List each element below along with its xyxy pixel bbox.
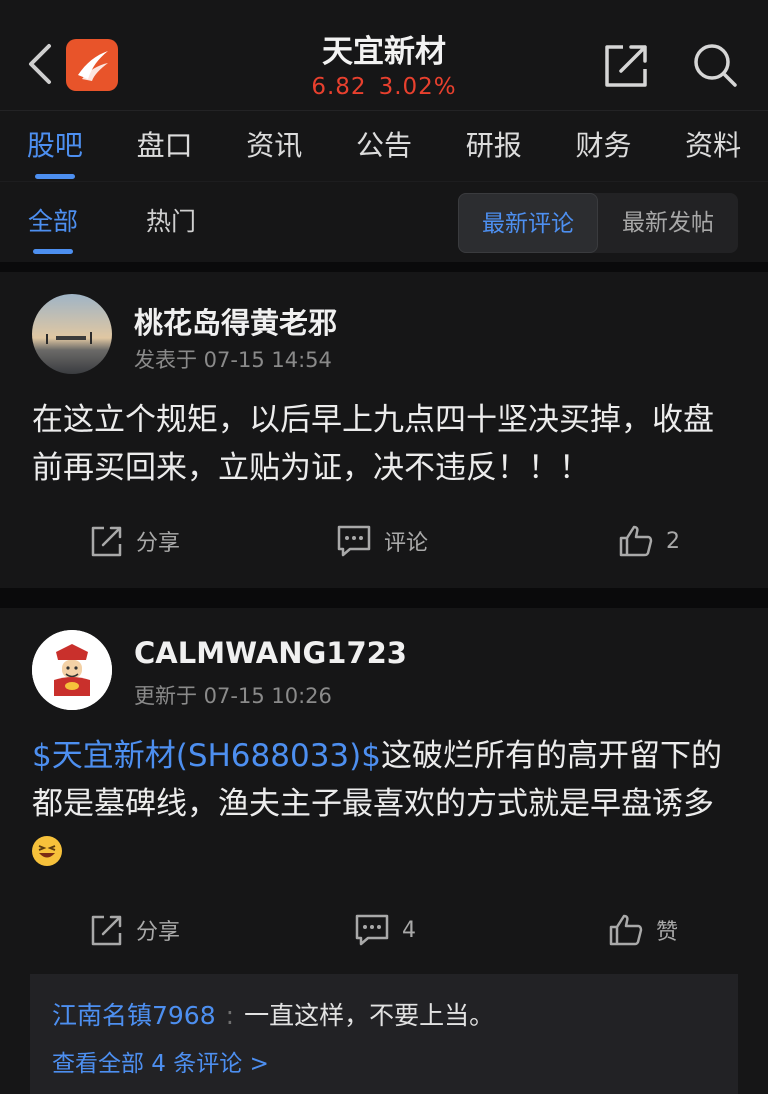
view-all-comments-link[interactable]: 查看全部 4 条评论 >	[52, 1044, 269, 1078]
post-content[interactable]: 在这立个规矩，以后早上九点四十坚决买掉，收盘前再买回来，立贴为证，决不违反！！！	[32, 396, 738, 492]
like-label: 赞	[656, 920, 679, 945]
stock-price: 6.82	[311, 74, 367, 100]
stock-change: 3.02%	[378, 74, 457, 100]
post-author[interactable]: CALMWANG1723	[134, 636, 407, 670]
like-button[interactable]: 赞	[608, 908, 678, 952]
search-button[interactable]	[690, 40, 740, 90]
tab-announcements[interactable]: 公告	[329, 111, 439, 181]
tab-profile[interactable]: 资料	[658, 111, 768, 181]
filter-all[interactable]: 全部	[28, 182, 78, 262]
filter-bar: 全部 热门 最新评论 最新发帖	[0, 181, 768, 262]
share-button[interactable]	[602, 40, 652, 90]
post-actions: 分享 评论 2	[0, 519, 768, 563]
sort-toggle: 最新评论 最新发帖	[458, 193, 738, 253]
like-count: 2	[666, 528, 680, 554]
post-time: 更新于 07-15 10:26	[134, 684, 332, 708]
post-actions: 分享 4 赞	[0, 908, 768, 952]
post-author[interactable]: 桃花岛得黄老邪	[134, 300, 337, 342]
avatar[interactable]	[32, 630, 112, 710]
thumbs-up-icon	[619, 525, 653, 557]
divider	[0, 588, 768, 608]
like-button[interactable]: 2	[618, 519, 680, 563]
tab-research[interactable]: 研报	[439, 111, 549, 181]
grinning-squint-emoji-icon	[32, 836, 62, 866]
thumbs-up-icon	[609, 914, 643, 946]
share-icon	[91, 526, 122, 557]
sort-latest-post[interactable]: 最新发帖	[598, 193, 738, 253]
comment-label: 评论	[384, 531, 429, 556]
post-time: 发表于 07-15 14:54	[134, 348, 332, 372]
search-icon	[694, 44, 737, 87]
comment-text: 一直这样，不要上当。	[244, 1001, 495, 1030]
tab-news[interactable]: 资讯	[219, 111, 329, 181]
comment-button[interactable]: 评论	[336, 519, 428, 563]
sort-latest-comment[interactable]: 最新评论	[458, 193, 598, 253]
comment-user[interactable]: 江南名镇7968	[52, 1001, 216, 1030]
share-label: 分享	[136, 531, 181, 556]
stock-title: 天宜新材	[322, 34, 446, 70]
share-icon	[91, 915, 122, 946]
tab-pankou[interactable]: 盘口	[110, 111, 220, 181]
tab-guba[interactable]: 股吧	[0, 111, 110, 181]
share-button[interactable]: 分享	[90, 908, 180, 952]
top-comment: 江南名镇7968: 一直这样，不要上当。	[52, 996, 494, 1032]
share-button[interactable]: 分享	[90, 519, 180, 563]
top-bar: 天宜新材 6.82 3.02%	[0, 0, 768, 110]
main-tabs: 股吧 盘口 资讯 公告 研报 财务 资料	[0, 110, 768, 181]
post-content[interactable]: $天宜新材(SH688033)$这破烂所有的高开留下的都是墓碑线，渔夫主子最喜欢…	[32, 732, 738, 876]
comment-icon	[337, 525, 371, 557]
stock-quote: 6.82 3.02%	[0, 74, 768, 100]
avatar[interactable]	[32, 294, 112, 374]
top-comment-preview[interactable]: 江南名镇7968: 一直这样，不要上当。 查看全部 4 条评论 >	[30, 974, 738, 1094]
stock-link[interactable]: $天宜新材(SH688033)$	[32, 738, 381, 774]
filter-hot[interactable]: 热门	[146, 182, 196, 262]
comment-button[interactable]: 4	[354, 908, 416, 952]
comment-count: 4	[402, 917, 416, 943]
post-card[interactable]: 桃花岛得黄老邪 发表于 07-15 14:54 在这立个规矩，以后早上九点四十坚…	[0, 272, 768, 588]
comment-icon	[355, 914, 389, 946]
post-card[interactable]: CALMWANG1723 更新于 07-15 10:26 $天宜新材(SH688…	[0, 608, 768, 1094]
tab-finance[interactable]: 财务	[549, 111, 659, 181]
divider	[0, 262, 768, 272]
share-icon	[605, 45, 647, 87]
comment-separator: :	[225, 1001, 235, 1030]
share-label: 分享	[136, 920, 181, 945]
